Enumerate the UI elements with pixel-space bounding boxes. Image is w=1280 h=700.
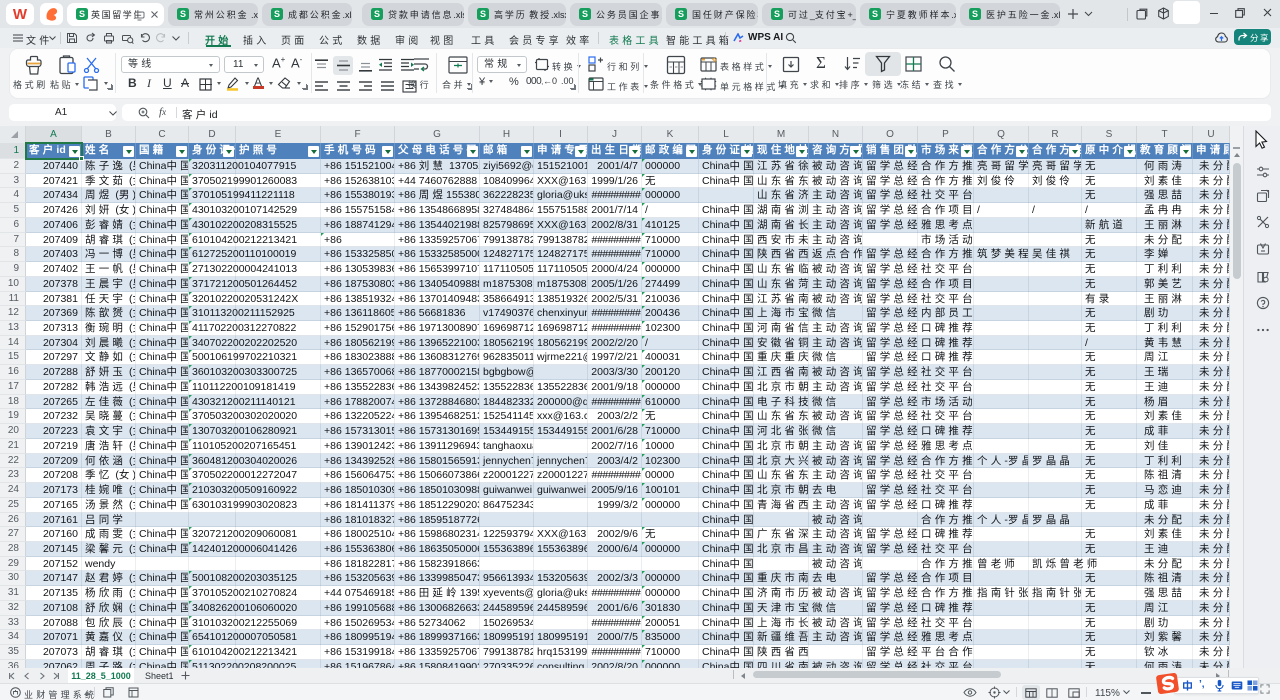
svg-text:W: W [13, 6, 28, 23]
